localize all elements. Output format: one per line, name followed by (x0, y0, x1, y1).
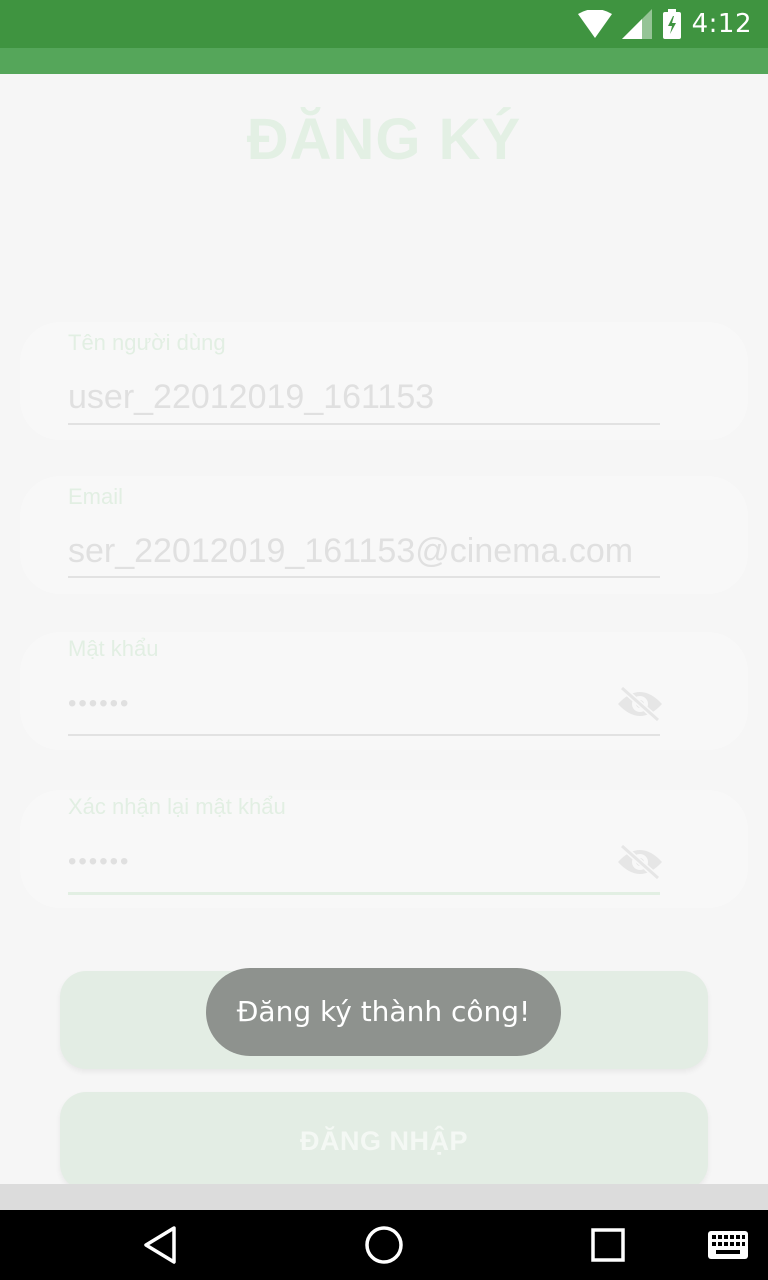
navigation-bar (0, 1210, 768, 1280)
confirm-password-label: Xác nhận lại mật khẩu (68, 794, 286, 819)
confirm-password-input[interactable]: •••••• (68, 848, 660, 876)
app-bar (0, 48, 768, 74)
password-label: Mật khẩu (68, 636, 159, 661)
toast-message: Đăng ký thành công! (206, 968, 561, 1056)
username-input[interactable]: user_22012019_161153 (68, 378, 660, 417)
wifi-icon (577, 10, 612, 38)
recents-button[interactable] (578, 1210, 638, 1280)
login-button-label: ĐĂNG NHẬP (299, 1126, 468, 1156)
back-icon (144, 1226, 176, 1264)
confirm-password-underline (68, 892, 660, 895)
username-underline (68, 423, 660, 425)
email-input[interactable]: ser_22012019_161153@cinema.com (68, 532, 660, 571)
status-time: 4:12 (691, 9, 752, 39)
bottom-strip (0, 1184, 768, 1210)
email-underline (68, 576, 660, 578)
page-title: ĐĂNG KÝ (246, 107, 522, 172)
password-underline (68, 734, 660, 736)
visibility-off-icon[interactable] (616, 684, 664, 724)
status-bar: 4:12 (0, 0, 768, 48)
signal-icon (621, 9, 652, 39)
status-icons: 4:12 (577, 8, 752, 40)
home-button[interactable] (354, 1210, 414, 1280)
recents-icon (591, 1228, 625, 1262)
battery-charging-icon (662, 9, 681, 39)
login-button[interactable]: ĐĂNG NHẬP (60, 1092, 708, 1190)
username-label: Tên người dùng (68, 330, 226, 355)
visibility-off-icon[interactable] (616, 842, 664, 882)
back-button[interactable] (130, 1210, 190, 1280)
password-input[interactable]: •••••• (68, 690, 660, 718)
keyboard-button[interactable] (704, 1210, 752, 1280)
home-icon (365, 1226, 403, 1264)
keyboard-icon (708, 1231, 748, 1259)
email-label: Email (68, 484, 124, 509)
